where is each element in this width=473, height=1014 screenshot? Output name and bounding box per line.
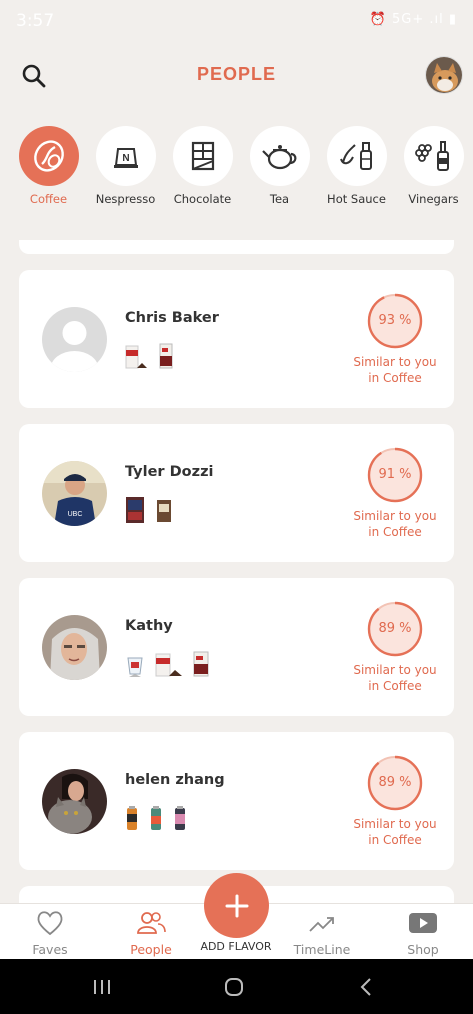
person-name[interactable]: helen zhang — [125, 772, 225, 788]
product-thumbnails — [125, 492, 173, 524]
similarity-line: Similar to you — [353, 663, 437, 677]
similarity-line: Similar to you — [353, 509, 437, 523]
person-name[interactable]: Tyler Dozzi — [125, 464, 213, 480]
category-coffee[interactable]: Coffee — [10, 126, 87, 206]
people-icon — [137, 912, 166, 934]
svg-text:N: N — [122, 153, 129, 164]
system-nav-bar — [0, 959, 473, 1014]
header: PEOPLE — [0, 50, 473, 102]
vinegar-bottle-icon — [403, 126, 464, 186]
category-selector: Coffee N Nespresso Chocolate Tea Hot Sau… — [0, 126, 473, 216]
person-card[interactable]: Kathy 89 % Similar to you in Coffee — [19, 578, 454, 716]
hot-sauce-icon — [326, 126, 387, 186]
add-flavor-button[interactable] — [204, 873, 269, 938]
category-label: Vinegars — [408, 192, 459, 206]
person-name[interactable]: Kathy — [125, 618, 173, 634]
svg-text:UBC: UBC — [68, 511, 83, 518]
category-nespresso[interactable]: N Nespresso — [87, 126, 164, 206]
similarity-category: in Coffee — [368, 833, 422, 847]
similarity-percent: 91 % — [378, 467, 412, 482]
product-image[interactable] — [125, 804, 139, 832]
product-image[interactable] — [149, 804, 163, 832]
person-card[interactable]: helen zhang 89 % Similar to you in Coffee — [19, 732, 454, 870]
add-flavor-label: ADD FLAVOR — [200, 940, 272, 953]
similarity-category: in Coffee — [368, 371, 422, 385]
product-image[interactable] — [125, 496, 145, 524]
home-icon[interactable] — [214, 973, 254, 1001]
similarity-line: Similar to you — [353, 355, 437, 369]
category-tea[interactable]: Tea — [241, 126, 318, 206]
category-label: Nespresso — [95, 192, 156, 206]
avatar[interactable]: UBC — [42, 461, 107, 526]
teapot-icon — [249, 126, 310, 186]
product-thumbnails — [125, 646, 209, 678]
nav-people[interactable]: People — [106, 910, 196, 957]
category-label: Hot Sauce — [327, 192, 386, 206]
product-image[interactable] — [155, 496, 173, 524]
nav-faves[interactable]: Faves — [5, 910, 95, 957]
card-partial — [19, 240, 454, 254]
status-indicators: ⏰ 5G+ .ıl ▮ — [369, 12, 457, 27]
trending-icon — [309, 917, 334, 932]
product-thumbnails — [125, 338, 173, 370]
product-image[interactable] — [173, 804, 187, 832]
similarity-category: in Coffee — [368, 525, 422, 539]
similarity-category: in Coffee — [368, 679, 422, 693]
avatar[interactable] — [42, 769, 107, 834]
category-label: Tea — [269, 192, 290, 206]
product-image[interactable] — [159, 342, 173, 370]
similarity-percent: 93 % — [378, 313, 412, 328]
nav-label: Shop — [407, 942, 439, 957]
status-bar: 3:57 ⏰ 5G+ .ıl ▮ — [0, 0, 473, 42]
recent-apps-icon[interactable] — [82, 973, 122, 1001]
person-card[interactable]: Chris Baker 93 % Similar to you in Coffee — [19, 270, 454, 408]
product-thumbnails — [125, 800, 187, 832]
back-icon[interactable] — [346, 973, 386, 1001]
product-image[interactable] — [155, 650, 183, 678]
similarity-caption: Similar to you in Coffee — [345, 662, 445, 694]
plus-icon — [225, 894, 248, 917]
nespresso-capsule-icon: N — [95, 126, 156, 186]
product-image[interactable] — [125, 342, 149, 370]
profile-avatar[interactable] — [425, 56, 463, 94]
nav-timeline[interactable]: TimeLine — [277, 910, 367, 957]
similarity-caption: Similar to you in Coffee — [345, 816, 445, 848]
category-hot-sauce[interactable]: Hot Sauce — [318, 126, 395, 206]
chocolate-bar-icon — [172, 126, 233, 186]
nav-label: Faves — [32, 942, 68, 957]
product-image[interactable] — [125, 650, 145, 678]
category-label: Chocolate — [173, 192, 232, 206]
category-label: Coffee — [29, 192, 68, 206]
nav-label: TimeLine — [293, 942, 351, 957]
person-name[interactable]: Chris Baker — [125, 310, 219, 326]
nav-shop[interactable]: Shop — [378, 910, 468, 957]
product-image[interactable] — [193, 650, 209, 678]
coffee-bean-icon — [18, 126, 79, 186]
category-chocolate[interactable]: Chocolate — [164, 126, 241, 206]
person-card[interactable]: UBC Tyler Dozzi 91 % Similar to you in Co… — [19, 424, 454, 562]
heart-icon — [37, 911, 63, 936]
similarity-caption: Similar to you in Coffee — [345, 508, 445, 540]
category-vinegars[interactable]: Vinegars — [395, 126, 472, 206]
video-play-icon — [409, 913, 437, 933]
avatar[interactable] — [42, 307, 107, 372]
nav-label: People — [130, 942, 172, 957]
similarity-percent: 89 % — [378, 621, 412, 636]
similarity-caption: Similar to you in Coffee — [345, 354, 445, 386]
avatar[interactable] — [42, 615, 107, 680]
status-time: 3:57 — [16, 11, 55, 31]
page-title: PEOPLE — [196, 64, 277, 84]
similarity-line: Similar to you — [353, 817, 437, 831]
similarity-percent: 89 % — [378, 775, 412, 790]
